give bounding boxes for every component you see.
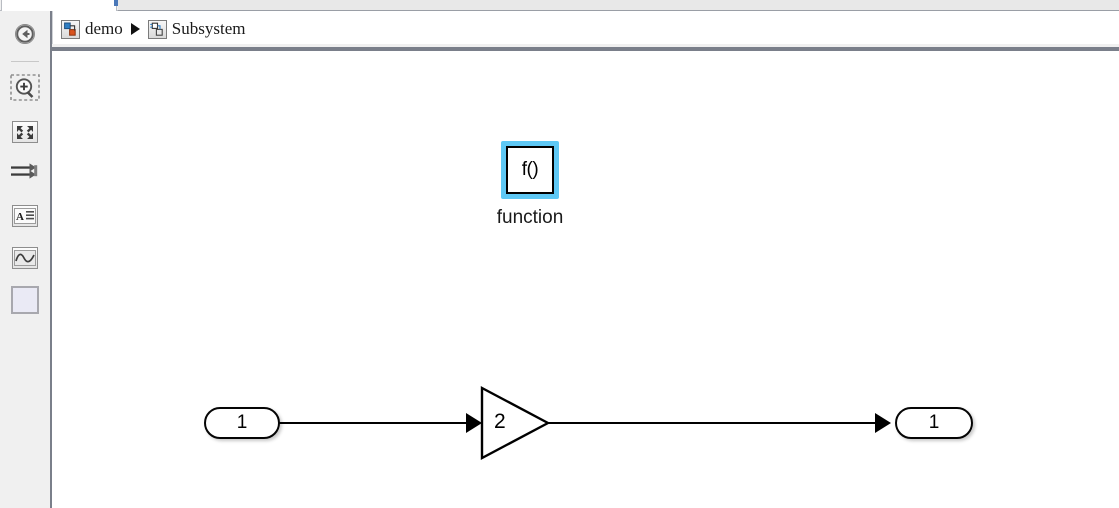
gain-block[interactable]: 2 [478, 385, 550, 461]
outport-block[interactable]: 1 [895, 407, 973, 439]
breadcrumb-item-demo[interactable]: demo [61, 19, 123, 39]
signal-line-inport-to-gain[interactable] [276, 422, 479, 424]
toolbar-item-fit-to-view[interactable] [0, 111, 50, 153]
signal-arrow-outport-input [875, 413, 891, 433]
toolbar-item-scope[interactable] [0, 237, 50, 279]
selection-highlight: f() [501, 141, 559, 199]
breadcrumb: demo Subsystem [52, 11, 1119, 47]
svg-text:A: A [16, 211, 24, 223]
simulink-model-window: A demo Subsystem f() function 1 2 1 [0, 0, 1119, 508]
breadcrumb-item-subsystem[interactable]: Subsystem [147, 19, 246, 39]
breadcrumb-label-demo: demo [85, 19, 123, 38]
model-icon [61, 19, 80, 39]
blank-block-icon [11, 286, 39, 314]
tab-strip-filler [118, 0, 1119, 11]
signal-line-gain-to-outport[interactable] [548, 422, 888, 424]
function-block-group[interactable]: f() function [475, 141, 585, 229]
inport-block[interactable]: 1 [204, 407, 280, 439]
function-block[interactable]: f() [506, 146, 554, 194]
toolbar-item-navigate-back[interactable] [0, 15, 50, 57]
gain-block-value: 2 [494, 410, 506, 433]
scope-icon [12, 247, 38, 269]
toolbar-item-zoom-in[interactable] [0, 69, 50, 111]
toolbar-divider [11, 61, 39, 62]
signal-arrows-icon [10, 161, 40, 188]
toolbar-item-signals[interactable] [0, 153, 50, 195]
breadcrumb-label-subsystem: Subsystem [171, 19, 246, 38]
fit-to-view-icon [12, 121, 38, 143]
model-canvas[interactable]: f() function 1 2 1 [54, 51, 1119, 508]
annotation-icon: A [12, 205, 38, 227]
tab-active[interactable] [1, 0, 117, 11]
subsystem-icon [147, 19, 167, 39]
tab-strip [0, 0, 1119, 11]
left-toolbar: A [0, 11, 52, 508]
toolbar-item-annotation[interactable]: A [0, 195, 50, 237]
function-block-caption: function [496, 207, 564, 228]
navigate-back-icon [13, 22, 37, 51]
toolbar-item-blank-block[interactable] [0, 279, 50, 321]
zoom-in-icon [10, 73, 40, 107]
breadcrumb-separator-icon [130, 23, 140, 35]
